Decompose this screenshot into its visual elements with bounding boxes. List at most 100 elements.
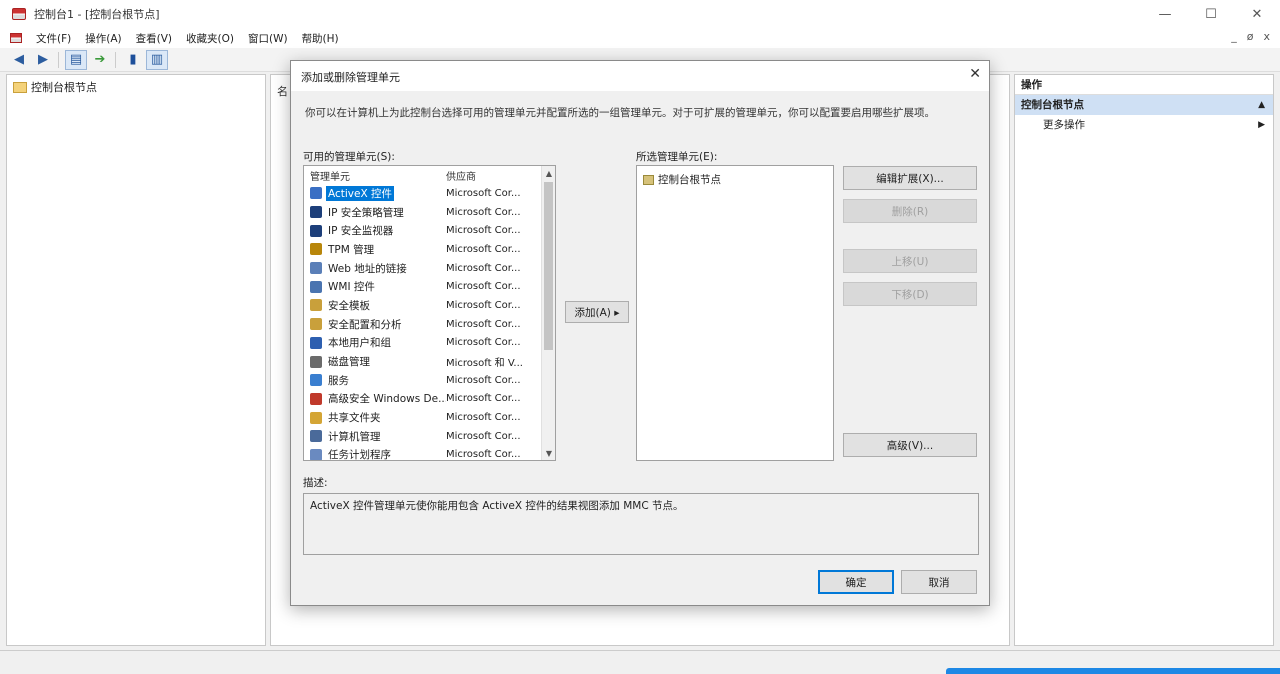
menu-file[interactable]: 文件(F) [36,31,71,46]
snapin-vendor: Microsoft Cor... [446,318,521,330]
toolbar-separator [58,51,59,68]
snapin-name-cell: 计算机管理 [304,429,446,444]
snapin-row[interactable]: ActiveX 控件 Microsoft Cor... [304,184,555,203]
snapin-icon [310,448,322,460]
snapin-icon [310,280,322,293]
description-text: ActiveX 控件管理单元使你能用包含 ActiveX 控件的结果视图添加 M… [310,500,684,512]
advanced-button[interactable]: 高级(V)... [843,433,977,457]
snapin-row[interactable]: Web 地址的链接 Microsoft Cor... [304,259,555,278]
tree-item-console-root[interactable]: 控制台根节点 [13,79,265,95]
snapin-row[interactable]: IP 安全策略管理 Microsoft Cor... [304,203,555,222]
column-header-vendor[interactable]: 供应商 [446,168,536,183]
toolbar-separator [115,51,116,68]
snapin-vendor: Microsoft Cor... [446,393,521,405]
mdi-close-button[interactable]: x [1263,30,1270,43]
action-more-label: 更多操作 [1043,119,1085,131]
help-icon[interactable]: ▮ [122,50,144,70]
snapin-row[interactable]: 计算机管理 Microsoft Cor... [304,427,555,446]
forward-arrow-icon[interactable]: ▶ [32,50,54,70]
snapin-row[interactable]: 任务计划程序 Microsoft Cor... [304,446,555,461]
dialog-description: 你可以在计算机上为此控制台选择可用的管理单元并配置所选的一组管理单元。对于可扩展… [305,107,935,119]
window-controls: — ☐ ✕ [1142,0,1280,28]
folder-icon [643,174,654,185]
cancel-button[interactable]: 取消 [901,570,977,594]
snapin-row[interactable]: 安全配置和分析 Microsoft Cor... [304,315,555,334]
snapin-row[interactable]: WMI 控件 Microsoft Cor... [304,277,555,296]
available-snapins-label: 可用的管理单元(S): [303,151,395,163]
minimize-button[interactable]: — [1142,0,1188,28]
selected-snapins-list[interactable]: 控制台根节点 [636,165,834,461]
menu-action[interactable]: 操作(A) [85,31,121,46]
scroll-up-icon[interactable]: ▲ [542,166,555,180]
snapin-row[interactable]: TPM 管理 Microsoft Cor... [304,240,555,259]
console-menu-icon[interactable] [10,33,22,43]
snapin-vendor: Microsoft 和 V... [446,358,523,370]
menu-bar: 文件(F) 操作(A) 查看(V) 收藏夹(O) 窗口(W) 帮助(H) _ ø… [0,28,1280,48]
move-up-button[interactable]: 上移(U) [843,249,977,273]
action-more-actions[interactable]: 更多操作 ▶ [1015,115,1273,135]
selected-item-console-root[interactable]: 控制台根节点 [643,172,833,187]
snapin-name: 服务 [328,374,349,387]
back-arrow-icon[interactable]: ◀ [8,50,30,70]
menu-help[interactable]: 帮助(H) [302,31,339,46]
edit-extensions-button[interactable]: 编辑扩展(X)... [843,166,977,190]
close-button[interactable]: ✕ [1234,0,1280,28]
list-header: 管理单元 供应商 [304,166,555,184]
snapin-name: IP 安全策略管理 [328,206,404,219]
action-pane-icon[interactable]: ▥ [146,49,168,70]
folder-icon [13,81,27,93]
results-column-header: 名 [277,85,288,98]
snapin-vendor: Microsoft Cor... [446,449,521,461]
snapin-row[interactable]: 本地用户和组 Microsoft Cor... [304,334,555,353]
dialog-close-button[interactable]: ✕ [969,66,981,82]
snapin-name-cell: WMI 控件 [304,279,446,294]
menu-favorites[interactable]: 收藏夹(O) [186,31,234,46]
snapin-icon [310,430,322,443]
snapin-icon [310,336,322,349]
add-button[interactable]: 添加(A) ▸ [565,301,629,323]
snapin-icon [310,224,322,237]
scroll-thumb[interactable] [544,182,553,350]
snapin-name-cell: 磁盘管理 [304,354,446,369]
snapin-name: IP 安全监视器 [328,225,394,238]
mdi-controls: _ ø x [1231,30,1270,43]
maximize-button[interactable]: ☐ [1188,0,1234,28]
available-snapins-list[interactable]: 管理单元 供应商 ActiveX 控件 Microsoft Cor... IP 安全… [303,165,556,461]
snapin-row[interactable]: 共享文件夹 Microsoft Cor... [304,408,555,427]
remove-button[interactable]: 删除(R) [843,199,977,223]
actions-section-console-root[interactable]: 控制台根节点 ▲ [1015,95,1273,115]
snapin-icon [310,187,322,200]
ok-button[interactable]: 确定 [818,570,894,594]
export-icon[interactable]: ➔ [89,50,111,70]
snapin-vendor: Microsoft Cor... [446,262,521,274]
menu-view[interactable]: 查看(V) [136,31,172,46]
menu-window[interactable]: 窗口(W) [248,31,288,46]
snapin-icon [310,206,322,219]
snapin-row[interactable]: IP 安全监视器 Microsoft Cor... [304,221,555,240]
snapin-vendor: Microsoft Cor... [446,243,521,255]
mdi-minimize-button[interactable]: _ [1231,30,1237,43]
window-title: 控制台1 - [控制台根节点] [34,8,160,21]
add-remove-snapins-dialog: 添加或删除管理单元 ✕ 你可以在计算机上为此控制台选择可用的管理单元并配置所选的… [290,60,990,606]
mdi-restore-button[interactable]: ø [1247,30,1254,43]
snapin-name-cell: 任务计划程序 [304,447,446,460]
column-header-snapin[interactable]: 管理单元 [304,168,446,183]
snapin-vendor: Microsoft Cor... [446,187,521,199]
list-scrollbar[interactable]: ▲ ▼ [541,166,555,460]
snapin-name-cell: 共享文件夹 [304,410,446,425]
mmc-app-icon [12,8,26,20]
snapin-vendor: Microsoft Cor... [446,299,521,311]
snapin-icon [310,355,322,368]
selected-snapins-label: 所选管理单元(E): [636,151,718,163]
move-down-button[interactable]: 下移(D) [843,282,977,306]
scroll-down-icon[interactable]: ▼ [542,446,555,460]
title-bar: 控制台1 - [控制台根节点] — ☐ ✕ [0,0,1280,28]
snapin-row[interactable]: 高级安全 Windows De... Microsoft Cor... [304,390,555,409]
snapin-icon [310,299,322,312]
show-tree-icon[interactable]: ▤ [65,49,87,70]
snapin-row[interactable]: 安全模板 Microsoft Cor... [304,296,555,315]
snapin-row[interactable]: 服务 Microsoft Cor... [304,371,555,390]
snapin-row[interactable]: 磁盘管理 Microsoft 和 V... [304,352,555,371]
actions-title: 操作 [1015,75,1273,95]
description-label: 描述: [303,477,328,489]
